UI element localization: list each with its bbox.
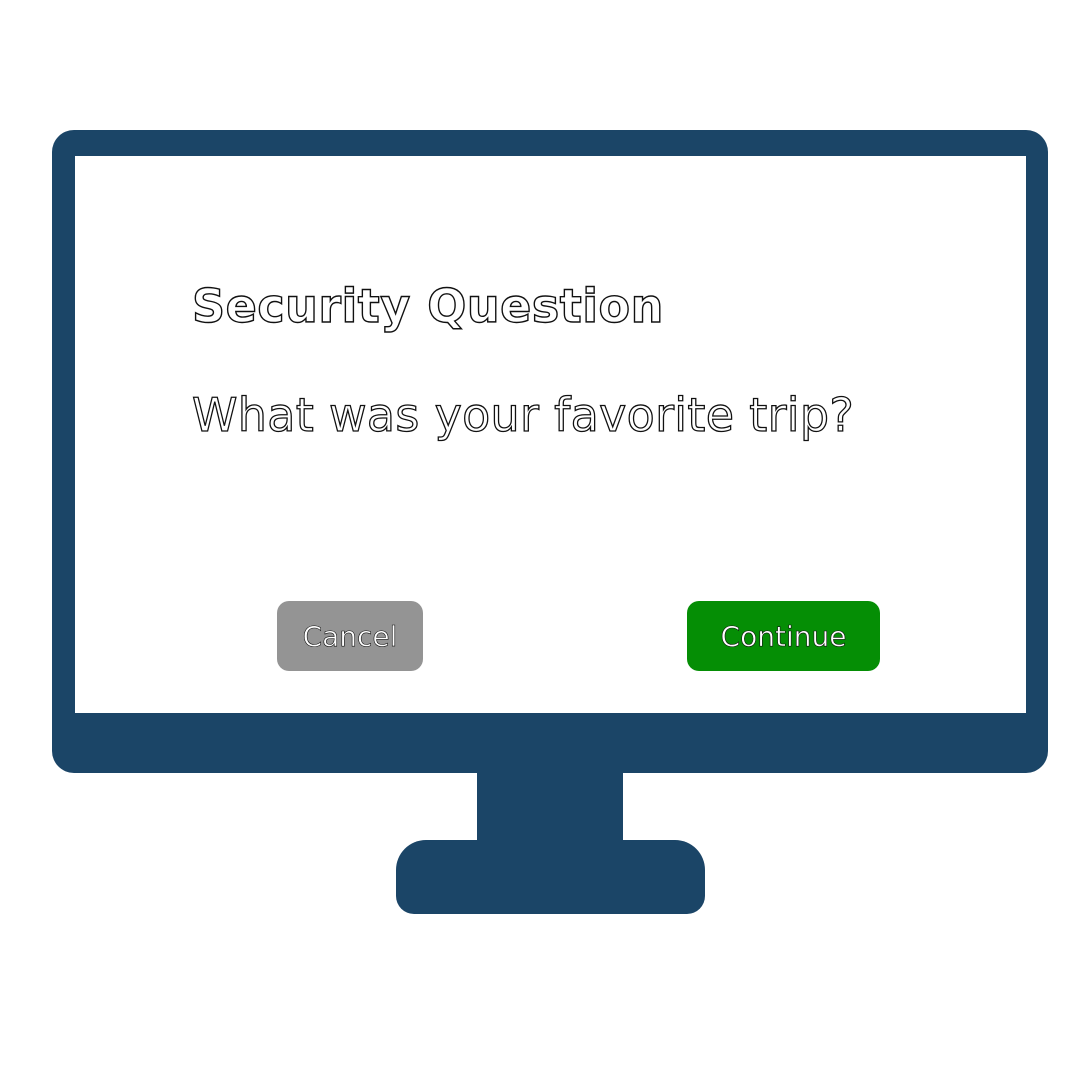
monitor-stand-base bbox=[396, 840, 705, 914]
monitor-stand-neck bbox=[477, 770, 623, 845]
security-question-text: What was your favorite trip? bbox=[191, 387, 855, 442]
monitor-screen: Security Question What was your favorite… bbox=[75, 156, 1026, 713]
continue-button[interactable]: Continue bbox=[687, 601, 880, 671]
cancel-button-label: Cancel bbox=[302, 619, 398, 653]
dialog-title: Security Question bbox=[191, 278, 664, 333]
continue-button-label: Continue bbox=[720, 619, 847, 653]
cancel-button[interactable]: Cancel bbox=[277, 601, 423, 671]
